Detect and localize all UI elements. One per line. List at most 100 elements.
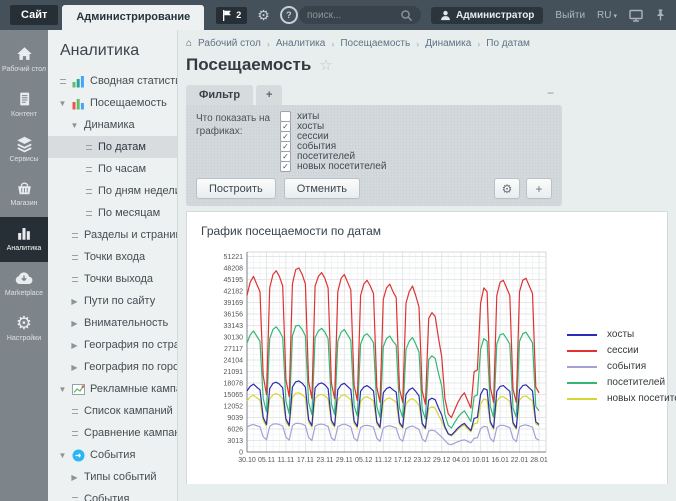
checkbox-icon[interactable] — [280, 111, 291, 122]
gear-icon[interactable]: ⚙ — [257, 7, 270, 24]
expand-right-icon[interactable]: ▶ — [70, 319, 79, 328]
sidebar-item-4[interactable]: По часам — [48, 158, 177, 180]
legend-label: хосты — [607, 329, 634, 340]
checkbox-row-5[interactable]: ✓ новых посетителей — [280, 161, 386, 171]
monitor-icon[interactable] — [629, 9, 643, 22]
expand-down-icon[interactable]: ▼ — [58, 385, 67, 394]
checkbox-icon[interactable]: ✓ — [280, 141, 291, 152]
svg-text:3013: 3013 — [227, 438, 243, 445]
sidebar-item-10[interactable]: ▶Пути по сайту — [48, 290, 177, 312]
home-icon[interactable]: ⌂ — [186, 38, 192, 49]
sidebar-item-8[interactable]: Точки входа — [48, 246, 177, 268]
sidebar-item-7[interactable]: Разделы и страницы — [48, 224, 177, 246]
expand-right-icon[interactable]: ▶ — [70, 363, 79, 372]
gear-icon: ⚙ — [16, 314, 32, 332]
rail-item-2[interactable]: Сервисы — [0, 128, 48, 173]
search-input[interactable]: поиск... — [307, 10, 400, 21]
star-icon[interactable]: ☆ — [319, 56, 332, 74]
checkbox-row-3[interactable]: ✓события — [280, 141, 386, 151]
help-icon[interactable]: ? — [280, 6, 298, 24]
sidebar-item-14[interactable]: ▼Рекламные кампании — [48, 378, 177, 400]
checkbox-label: новых посетителей — [297, 161, 386, 172]
sidebar-item-13[interactable]: ▶География по городам — [48, 356, 177, 378]
svg-text:04.01: 04.01 — [452, 457, 470, 464]
sidebar-item-2[interactable]: ▼Динамика — [48, 114, 177, 136]
checkbox-icon[interactable]: ✓ — [280, 161, 291, 172]
checkbox-row-0[interactable]: хиты — [280, 111, 386, 121]
expand-down-icon[interactable]: ▼ — [58, 99, 67, 108]
logout-link[interactable]: Выйти — [555, 10, 585, 21]
breadcrumb-item-1[interactable]: Аналитика — [276, 38, 326, 49]
checkbox-icon[interactable]: ✓ — [280, 131, 291, 142]
rail-item-5[interactable]: Marketplace — [0, 262, 48, 307]
rail-item-4[interactable]: Аналитика — [0, 217, 48, 262]
admin-tab[interactable]: Администрирование — [62, 5, 204, 30]
sidebar-item-3[interactable]: По датам — [48, 136, 177, 158]
rail-item-3[interactable]: Магазин — [0, 172, 48, 217]
expand-right-icon[interactable]: ▶ — [70, 473, 79, 482]
top-bar: Сайт Администрирование 2 ⚙ ? поиск... Ад… — [0, 0, 676, 30]
expand-right-icon[interactable]: ▶ — [70, 297, 79, 306]
sidebar-item-label: Список кампаний — [84, 405, 173, 417]
bullet-icon — [84, 189, 93, 194]
notifications-button[interactable]: 2 — [216, 7, 247, 24]
sidebar-item-9[interactable]: Точки выхода — [48, 268, 177, 290]
search-box[interactable]: поиск... — [299, 6, 421, 24]
sidebar-item-6[interactable]: По месяцам — [48, 202, 177, 224]
sidebar-item-12[interactable]: ▶География по странам — [48, 334, 177, 356]
expand-down-icon[interactable]: ▼ — [58, 451, 67, 460]
search-icon[interactable] — [400, 9, 413, 22]
breadcrumb-item-0[interactable]: Рабочий стол — [198, 38, 261, 49]
sidebar-item-16[interactable]: Сравнение кампаний — [48, 422, 177, 444]
expand-down-icon[interactable]: ▼ — [70, 121, 79, 130]
filter-tab-label: Фильтр — [199, 89, 240, 101]
sidebar-item-1[interactable]: ▼Посещаемость — [48, 92, 177, 114]
chart-legend: хостысессиисобытияпосетителейновых посет… — [567, 329, 676, 404]
lang-select[interactable]: RU▾ — [597, 10, 617, 21]
cancel-button[interactable]: Отменить — [284, 178, 360, 199]
sidebar-item-0[interactable]: Сводная статистика — [48, 70, 177, 92]
checkbox-icon[interactable]: ✓ — [280, 121, 291, 132]
bullet-icon — [84, 145, 93, 150]
breadcrumb-item-4[interactable]: По датам — [486, 38, 530, 49]
filter-tab[interactable]: Фильтр — [186, 85, 253, 105]
sidebar-item-label: Сравнение кампаний — [84, 427, 177, 439]
svg-text:48208: 48208 — [224, 265, 244, 272]
build-button[interactable]: Построить — [196, 178, 276, 199]
filter-checkboxes: хиты✓хосты✓сессии✓события✓посетителей✓но… — [280, 111, 386, 171]
checkbox-row-4[interactable]: ✓посетителей — [280, 151, 386, 161]
svg-text:27117: 27117 — [224, 346, 243, 353]
sidebar-item-11[interactable]: ▶Внимательность — [48, 312, 177, 334]
user-button[interactable]: Администратор — [431, 7, 543, 24]
filter-settings-button[interactable]: ⚙ — [494, 178, 520, 199]
sidebar-item-5[interactable]: По дням недели — [48, 180, 177, 202]
checkbox-row-1[interactable]: ✓хосты — [280, 121, 386, 131]
svg-text:17.12: 17.12 — [394, 457, 412, 464]
rail-item-0[interactable]: Рабочий стол — [0, 38, 48, 83]
legend-label: новых посетителей — [607, 393, 676, 404]
sidebar-item-17[interactable]: ▼События — [48, 444, 177, 466]
breadcrumb-separator: › — [477, 39, 480, 49]
add-filter-tab[interactable]: + — [256, 85, 282, 105]
site-tab[interactable]: Сайт — [10, 5, 58, 25]
pin-icon[interactable] — [655, 9, 666, 22]
sidebar-item-19[interactable]: События — [48, 488, 177, 501]
visits-chart: 0301360269039120521506518078210912410427… — [201, 246, 553, 487]
svg-text:11.11: 11.11 — [278, 457, 295, 464]
checkbox-icon[interactable]: ✓ — [280, 151, 291, 162]
svg-text:42182: 42182 — [224, 288, 244, 295]
home-icon — [15, 45, 34, 63]
sidebar-item-15[interactable]: Список кампаний — [48, 400, 177, 422]
expand-right-icon[interactable]: ▶ — [70, 341, 79, 350]
checkbox-row-2[interactable]: ✓сессии — [280, 131, 386, 141]
breadcrumb-item-3[interactable]: Динамика — [425, 38, 471, 49]
legend-swatch — [567, 382, 597, 384]
sidebar-item-18[interactable]: ▶Типы событий — [48, 466, 177, 488]
breadcrumb-item-2[interactable]: Посещаемость — [340, 38, 410, 49]
filter-add-button[interactable]: + — [526, 178, 552, 199]
svg-text:29.12: 29.12 — [433, 457, 451, 464]
rail-item-1[interactable]: Контент — [0, 83, 48, 128]
rail-item-6[interactable]: ⚙Настройки — [0, 307, 48, 352]
sidebar-item-label: События — [84, 493, 129, 501]
collapse-filter-button[interactable]: − — [547, 86, 554, 100]
